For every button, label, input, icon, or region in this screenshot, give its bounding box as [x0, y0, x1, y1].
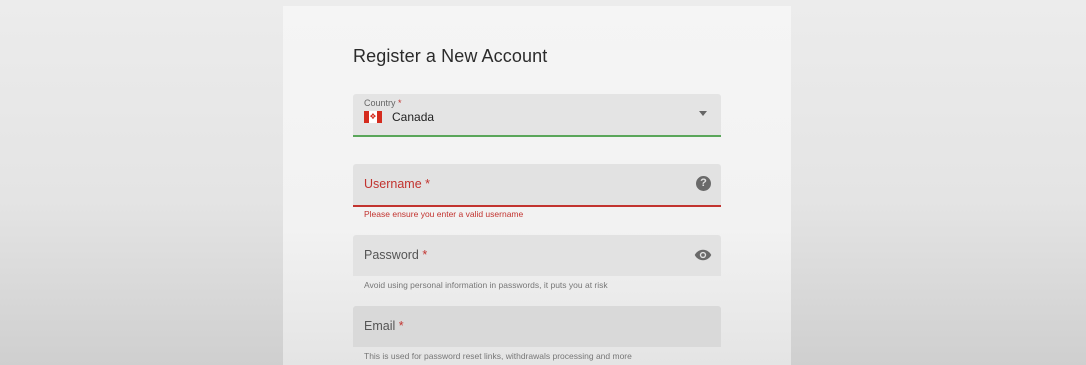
country-select[interactable]: Country * ❖ Canada: [353, 94, 721, 137]
password-hint-text: Avoid using personal information in pass…: [364, 280, 608, 290]
canada-flag-icon: ❖: [364, 111, 382, 123]
username-error-text: Please ensure you enter a valid username: [364, 209, 524, 219]
email-hint-text: This is used for password reset links, w…: [364, 351, 632, 361]
register-card: Register a New Account Country * ❖ Canad…: [283, 6, 791, 365]
username-label: Username *: [364, 177, 431, 191]
page-title: Register a New Account: [353, 46, 548, 66]
help-icon[interactable]: ?: [696, 176, 711, 191]
country-label: Country *: [364, 98, 402, 108]
username-field[interactable]: Username * ?: [353, 164, 721, 207]
country-value: Canada: [392, 110, 435, 124]
password-label: Password *: [364, 248, 428, 262]
email-label: Email *: [364, 319, 404, 333]
password-field[interactable]: Password *: [353, 235, 721, 276]
eye-icon[interactable]: [694, 248, 712, 262]
chevron-down-icon[interactable]: [699, 111, 707, 116]
email-field[interactable]: Email *: [353, 306, 721, 347]
